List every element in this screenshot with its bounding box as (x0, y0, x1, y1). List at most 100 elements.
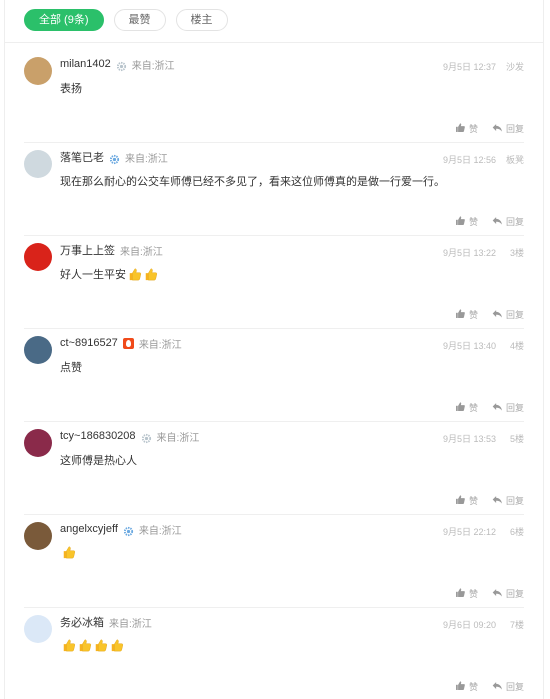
like-button[interactable]: 赞 (455, 215, 478, 228)
comment-content: 表扬 (60, 80, 82, 96)
avatar[interactable] (24, 150, 52, 178)
avatar[interactable] (24, 615, 52, 643)
thumbs-up-emoji-icon (62, 638, 76, 652)
comment-time: 9月5日 22:12 (442, 527, 496, 537)
comment-item: 务必冰箱 来自:浙江 9月6日 09:20 7楼赞 回复 (24, 609, 524, 699)
location-label: 来自:浙江 (120, 246, 163, 258)
gear-badge-icon (141, 431, 152, 443)
reply-button[interactable]: 回复 (492, 122, 524, 135)
like-label: 赞 (468, 589, 478, 599)
username[interactable]: angelxcyjeff (60, 523, 118, 535)
like-button[interactable]: 赞 (455, 122, 478, 135)
comment-actions: 赞 回复 (455, 215, 524, 228)
username[interactable]: milan1402 (60, 58, 111, 70)
comment-text: 好人一生平安 (60, 269, 126, 281)
thumbs-up-icon (455, 680, 466, 693)
reply-button[interactable]: 回复 (492, 587, 524, 600)
comment-item: 落笔已老 来自:浙江 9月5日 12:56 板凳 现在那么耐心的公交车师傅已经不多见了，… (24, 144, 524, 236)
avatar[interactable] (24, 522, 52, 550)
comment-header: 万事上上签 来自:浙江 (60, 242, 163, 258)
thumbs-up-icon (455, 401, 466, 414)
comment-actions: 赞 回复 (455, 494, 524, 507)
username[interactable]: 务必冰箱 (60, 614, 104, 630)
floor-label: 沙发 (505, 62, 524, 72)
reply-button[interactable]: 回复 (492, 494, 524, 507)
reply-label: 回复 (505, 496, 524, 506)
reply-button[interactable]: 回复 (492, 680, 524, 693)
thumbs-up-emoji-icon (94, 638, 108, 652)
like-button[interactable]: 赞 (455, 401, 478, 414)
comment-content: 这师傅是热心人 (60, 452, 137, 468)
username[interactable]: tcy~186830208 (60, 430, 136, 442)
avatar[interactable] (24, 57, 52, 85)
like-button[interactable]: 赞 (455, 494, 478, 507)
comment-header: tcy~186830208 来自:浙江 (60, 429, 199, 444)
thumbs-up-emoji-icon (144, 267, 158, 281)
reply-button[interactable]: 回复 (492, 215, 524, 228)
reply-icon (492, 308, 503, 321)
like-button[interactable]: 赞 (455, 308, 478, 321)
comment-item: tcy~186830208 来自:浙江 9月5日 13:53 5楼 这师傅是热心人赞 回复 (24, 423, 524, 515)
floor-label: 5楼 (509, 434, 524, 444)
avatar[interactable] (24, 336, 52, 364)
reply-label: 回复 (505, 124, 524, 134)
reply-icon (492, 680, 503, 693)
comment-time: 9月5日 13:40 (442, 341, 496, 351)
comment-divider (24, 142, 524, 143)
comment-header: angelxcyjeff 来自:浙江 (60, 522, 182, 537)
reply-icon (492, 494, 503, 507)
comment-actions: 赞 回复 (455, 401, 524, 414)
comment-divider (24, 514, 524, 515)
comment-text: 现在那么耐心的公交车师傅已经不多见了，看来这位师傅真的是做一行爱一行。 (60, 176, 445, 188)
thumbs-up-icon (455, 122, 466, 135)
comment-divider (24, 328, 524, 329)
comment-actions: 赞 回复 (455, 122, 524, 135)
comment-text: 点赞 (60, 362, 82, 374)
comment-divider (24, 235, 524, 236)
reply-label: 回复 (505, 217, 524, 227)
reply-button[interactable]: 回复 (492, 308, 524, 321)
location-label: 来自:浙江 (131, 60, 175, 72)
comment-item: angelxcyjeff 来自:浙江 9月5日 22:12 6楼赞 回复 (24, 516, 524, 608)
like-label: 赞 (468, 403, 478, 413)
comment-time: 9月5日 13:22 (442, 248, 496, 258)
comment-actions: 赞 回复 (455, 308, 524, 321)
location-label: 来自:浙江 (109, 618, 152, 630)
thumbs-up-icon (455, 215, 466, 228)
tab-all[interactable]: 全部 (9条) (24, 9, 104, 31)
thumbs-up-icon (455, 587, 466, 600)
reply-icon (492, 401, 503, 414)
comment-divider (24, 607, 524, 608)
reply-label: 回复 (505, 403, 524, 413)
comment-content (60, 545, 76, 559)
reply-label: 回复 (505, 310, 524, 320)
comment-content: 现在那么耐心的公交车师傅已经不多见了，看来这位师傅真的是做一行爱一行。 (60, 173, 445, 189)
tab-poster[interactable]: 楼主 (175, 9, 228, 31)
avatar[interactable] (24, 429, 52, 457)
comment-content (60, 638, 124, 652)
like-button[interactable]: 赞 (455, 680, 478, 693)
reply-button[interactable]: 回复 (492, 401, 524, 414)
comment-header: ct~8916527 来自:浙江 (60, 336, 182, 351)
comment-time: 9月5日 12:37 (442, 62, 496, 72)
avatar[interactable] (24, 243, 52, 271)
location-label: 来自:浙江 (138, 339, 182, 351)
username[interactable]: ct~8916527 (60, 337, 118, 349)
like-label: 赞 (468, 217, 478, 227)
reply-icon (492, 587, 503, 600)
like-label: 赞 (468, 310, 478, 320)
location-label: 来自:浙江 (138, 525, 182, 537)
like-button[interactable]: 赞 (455, 587, 478, 600)
thumbs-up-emoji-icon (78, 638, 92, 652)
like-label: 赞 (468, 124, 478, 134)
comment-header: 务必冰箱 来自:浙江 (60, 614, 152, 630)
comment-divider (24, 421, 524, 422)
thumbs-up-emoji-icon (128, 267, 142, 281)
tab-most-liked[interactable]: 最赞 (113, 9, 166, 31)
like-label: 赞 (468, 496, 478, 506)
floor-label: 6楼 (509, 527, 524, 537)
username[interactable]: 万事上上签 (60, 242, 115, 258)
like-label: 赞 (468, 682, 478, 692)
thumbs-up-emoji-icon (62, 545, 76, 559)
username[interactable]: 落笔已老 (60, 149, 104, 165)
